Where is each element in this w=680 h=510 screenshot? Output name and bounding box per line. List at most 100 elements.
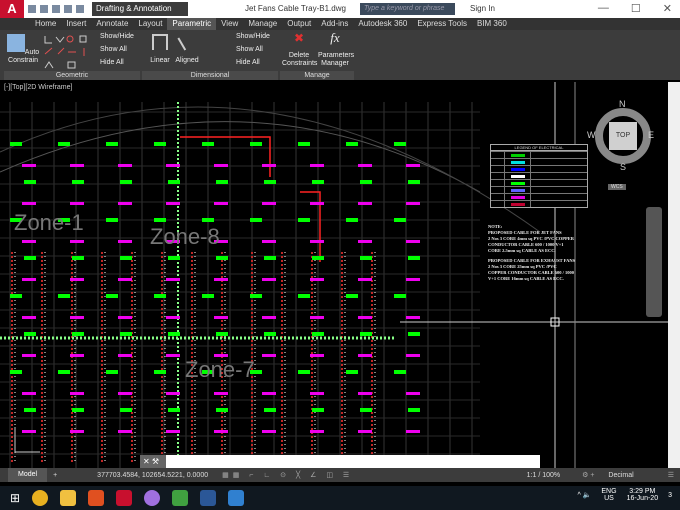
file-explorer-icon[interactable] [60, 490, 77, 506]
add-layout-icon[interactable]: + [53, 472, 57, 479]
exhaust-fan [358, 354, 372, 357]
geometric-constraint-icons[interactable] [40, 34, 90, 70]
tab-layout[interactable]: Layout [133, 18, 167, 30]
exhaust-fan [118, 354, 132, 357]
tab-express-tools[interactable]: Express Tools [412, 18, 472, 30]
delete-constraints-label: Delete Constraints [282, 52, 318, 67]
exhaust-fan [310, 430, 324, 433]
application-menu-button[interactable]: A [0, 0, 24, 18]
compass-south[interactable]: S [620, 162, 626, 172]
panel-manage[interactable]: Manage [280, 71, 354, 80]
compass-west[interactable]: W [587, 130, 596, 140]
photos-icon[interactable] [228, 490, 245, 506]
drawing-canvas[interactable]: [-][Top][2D Wireframe] Zone-1 Zone-8 Zon… [0, 82, 668, 470]
language-indicator[interactable]: ENG US [601, 488, 616, 502]
zone-label: Zone-8 [150, 224, 220, 249]
jet-fan [24, 408, 36, 412]
exhaust-fan [406, 164, 420, 167]
vertical-scrollbar[interactable] [668, 82, 680, 470]
jet-fan [346, 218, 358, 222]
aligned-dimension-button[interactable]: Aligned [174, 31, 200, 65]
maximize-button[interactable]: ☐ [631, 2, 641, 15]
exhaust-fan [166, 354, 180, 357]
clock[interactable]: 3:29 PM 16-Jun-20 [627, 488, 659, 502]
model-tab[interactable]: Model [8, 468, 48, 482]
annotation-scale[interactable]: 1:1 / 100% [527, 472, 560, 479]
show-hide-geometric-button[interactable]: Show/Hide [100, 33, 134, 41]
autocad-icon[interactable] [116, 490, 133, 506]
linear-dimension-button[interactable]: Linear [148, 34, 172, 65]
tab-view[interactable]: View [216, 18, 243, 30]
command-line[interactable]: ✕ ⚒ [140, 455, 540, 468]
new-icon[interactable] [28, 5, 36, 13]
tab-add-ins[interactable]: Add-ins [316, 18, 353, 30]
tab-insert[interactable]: Insert [61, 18, 91, 30]
compass-east[interactable]: E [648, 130, 654, 140]
viewcube[interactable]: TOP N S E W WCS [587, 99, 656, 192]
exhaust-fan [262, 202, 276, 205]
drafting-toggle-icons[interactable]: ▦▦ ⌐ ∟ ⊙ ╳ ∠ ◫ ☰ [222, 471, 353, 479]
open-icon[interactable] [40, 5, 48, 13]
close-command-line-icon[interactable]: ✕ ⚒ [140, 455, 166, 468]
panel-geometric[interactable]: Geometric [4, 71, 140, 80]
show-all-geometric-button[interactable]: Show All [100, 46, 127, 54]
save-icon[interactable] [52, 5, 60, 13]
aligned-label: Aligned [175, 57, 199, 64]
command-input[interactable] [166, 455, 540, 468]
notes-text: NOTE: PROPOSED CABLE FOR JET FANS 2 Nos 3 … [488, 224, 575, 282]
auto-constrain-button[interactable]: Auto Constrain [6, 34, 40, 65]
tab-home[interactable]: Home [30, 18, 61, 30]
tab-output[interactable]: Output [282, 18, 316, 30]
app-icon[interactable] [88, 490, 105, 506]
tab-annotate[interactable]: Annotate [91, 18, 133, 30]
delete-constraints-button[interactable]: ✖ Delete Constraints [282, 32, 318, 68]
ribbon-tabs: Home Insert Annotate Layout Parametric View Ma… [0, 18, 680, 30]
exhaust-fan [214, 316, 228, 319]
print-icon[interactable] [64, 5, 72, 13]
units-dropdown[interactable]: Decimal [608, 472, 633, 479]
panel-dimensional[interactable]: Dimensional [142, 71, 278, 80]
jet-fan [312, 256, 324, 260]
volume-icon[interactable]: ^ 🔈 [577, 491, 591, 499]
search-input[interactable]: Type a keyword or phrase [360, 3, 455, 15]
notifications-icon[interactable]: 3 [668, 492, 672, 499]
close-button[interactable]: ✕ [663, 2, 672, 15]
exhaust-fan [118, 164, 132, 167]
jet-fan [216, 408, 228, 412]
jet-fan [216, 256, 228, 260]
compass-north[interactable]: N [619, 99, 626, 109]
wcs-menu[interactable]: WCS [608, 184, 626, 190]
jet-fan [298, 294, 310, 298]
jet-fan [72, 408, 84, 412]
tab-bim-360[interactable]: BIM 360 [472, 18, 512, 30]
exhaust-fan [70, 164, 84, 167]
jet-fan [202, 218, 214, 222]
exhaust-fan [70, 316, 84, 319]
navigation-bar[interactable] [646, 207, 662, 317]
viewcube-top-face[interactable]: TOP [609, 122, 637, 150]
workspace-dropdown[interactable]: Drafting & Annotation [92, 2, 188, 16]
parameters-manager-button[interactable]: fx Parameters Manager [318, 31, 354, 68]
jet-fan [394, 370, 406, 374]
jet-fan [394, 218, 406, 222]
show-hide-dimensional-button[interactable]: Show/Hide [236, 33, 270, 41]
customize-icon[interactable]: ☰ [668, 471, 674, 479]
viewport-controls[interactable]: [-][Top][2D Wireframe] [4, 84, 72, 91]
app-icon[interactable] [172, 490, 189, 506]
hide-all-dimensional-button[interactable]: Hide All [236, 59, 260, 67]
sign-in-button[interactable]: Sign In [470, 4, 495, 13]
windows-start-icon[interactable]: ⊞ [10, 491, 20, 505]
jet-fan [58, 294, 70, 298]
gear-icon[interactable]: ⚙ + [582, 471, 594, 479]
show-all-dimensional-button[interactable]: Show All [236, 46, 263, 54]
minimize-button[interactable]: — [598, 2, 609, 15]
exhaust-fan [70, 430, 84, 433]
media-icon[interactable] [144, 490, 161, 506]
tab-parametric[interactable]: Parametric [167, 18, 217, 30]
chrome-icon[interactable] [32, 490, 49, 506]
tab-manage[interactable]: Manage [243, 18, 282, 30]
hide-all-geometric-button[interactable]: Hide All [100, 59, 124, 67]
undo-icon[interactable] [76, 5, 84, 13]
word-icon[interactable] [200, 490, 217, 506]
tab-autodesk-360[interactable]: Autodesk 360 [353, 18, 412, 30]
